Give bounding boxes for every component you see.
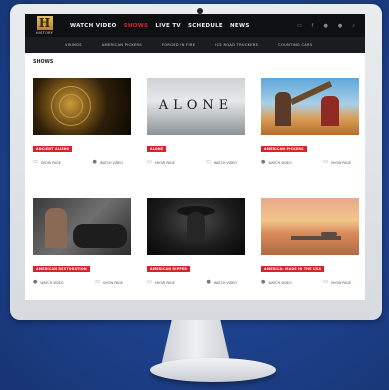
- subnav-ice-road-truckers[interactable]: ICE ROAD TRUCKERS: [215, 43, 258, 47]
- action-label: WATCH VIDEO: [213, 160, 237, 165]
- watch-video-link[interactable]: ● WATCH VIDEO: [261, 160, 292, 165]
- action-label: WATCH VIDEO: [40, 280, 64, 285]
- show-badge[interactable]: AMERICAN PICKERS: [261, 146, 307, 152]
- show-badge[interactable]: ALONE: [147, 146, 167, 152]
- action-label: WATCH VIDEO: [268, 280, 292, 285]
- action-label: SHOW PAGE: [154, 280, 175, 285]
- card-actions: ● WATCH VIDEO ▭ SHOW PAGE: [261, 160, 359, 165]
- show-page-link[interactable]: ▭ SHOW PAGE: [147, 280, 175, 285]
- play-icon: ●: [92, 159, 97, 165]
- show-card-american-pickers: AMERICAN PICKERS ● WATCH VIDEO ▭ SHOW PA…: [261, 78, 359, 165]
- action-label: SHOW PAGE: [40, 160, 61, 165]
- twitter-icon[interactable]: ●: [323, 23, 327, 29]
- main-nav: WATCH VIDEO SHOWS LIVE TV SCHEDULE NEWS: [70, 23, 250, 29]
- action-label: SHOW PAGE: [154, 160, 175, 165]
- monitor-icon: ▭: [323, 279, 328, 285]
- action-label: SHOW PAGE: [330, 160, 351, 165]
- show-card-ancient-aliens: ANCIENT ALIENS ▭ SHOW PAGE ● WATCH VIDEO: [33, 78, 131, 165]
- top-navigation-bar: H HISTORY WATCH VIDEO SHOWS LIVE TV SCHE…: [25, 14, 365, 37]
- show-thumbnail[interactable]: [261, 198, 359, 255]
- facebook-icon[interactable]: f: [312, 23, 314, 29]
- watch-video-link[interactable]: ▭ WATCH VIDEO: [206, 160, 237, 165]
- subnav-forged-in-fire[interactable]: FORGED IN FIRE: [162, 43, 195, 47]
- show-card-american-restoration: AMERICAN RESTORATION ● WATCH VIDEO ▭ SHO…: [33, 198, 131, 285]
- action-label: SHOW PAGE: [330, 280, 351, 285]
- header-utilities: ▭ f ● ● ⌕: [297, 23, 355, 29]
- thumbnail-title: ALONE: [158, 98, 234, 113]
- show-page-link[interactable]: ▭ SHOW PAGE: [95, 280, 123, 285]
- history-logo[interactable]: H HISTORY: [31, 14, 58, 37]
- sub-navigation-bar: VIKINGS AMERICAN PICKERS FORGED IN FIRE …: [25, 37, 365, 53]
- watch-video-link[interactable]: ● WATCH VIDEO: [33, 280, 64, 285]
- section-title: SHOWS: [33, 60, 54, 65]
- show-badge[interactable]: ANCIENT ALIENS: [33, 146, 73, 152]
- card-actions: ● WATCH VIDEO ▭ SHOW PAGE: [261, 280, 359, 285]
- monitor-stand-base: [150, 358, 276, 382]
- nav-shows[interactable]: SHOWS: [124, 23, 149, 29]
- action-label: WATCH VIDEO: [268, 160, 292, 165]
- subnav-counting-cars[interactable]: COUNTING CARS: [278, 43, 312, 47]
- watch-video-link[interactable]: ● WATCH VIDEO: [206, 280, 237, 285]
- show-thumbnail[interactable]: [147, 198, 245, 255]
- monitor-icon: ▭: [323, 159, 328, 165]
- nav-news[interactable]: NEWS: [230, 23, 250, 29]
- show-badge[interactable]: AMERICA: MADE IN THE USA: [261, 266, 325, 272]
- show-page-link[interactable]: ▭ SHOW PAGE: [147, 160, 175, 165]
- play-icon: ●: [206, 279, 211, 285]
- subnav-american-pickers[interactable]: AMERICAN PICKERS: [102, 43, 142, 47]
- card-actions: ▭ SHOW PAGE ● WATCH VIDEO: [147, 280, 245, 285]
- nav-schedule[interactable]: SCHEDULE: [188, 23, 223, 29]
- subnav-vikings[interactable]: VIKINGS: [65, 43, 82, 47]
- card-actions: ▭ SHOW PAGE ▭ WATCH VIDEO: [147, 160, 245, 165]
- watch-video-link[interactable]: ● WATCH VIDEO: [92, 160, 123, 165]
- show-badge[interactable]: AMERICAN RESTORATION: [33, 266, 90, 272]
- show-card-alone: ALONE ALONE ▭ SHOW PAGE ▭ WATCH VIDEO: [147, 78, 245, 165]
- show-badge[interactable]: AMERICAN RIPPER: [147, 266, 191, 272]
- play-icon: ●: [261, 159, 266, 165]
- watch-video-link[interactable]: ● WATCH VIDEO: [261, 280, 292, 285]
- play-icon: ●: [33, 279, 38, 285]
- monitor-icon: ▭: [147, 159, 152, 165]
- monitor-icon: ▭: [95, 279, 100, 285]
- logo-text: HISTORY: [35, 31, 54, 35]
- card-actions: ● WATCH VIDEO ▭ SHOW PAGE: [33, 280, 131, 285]
- show-thumbnail[interactable]: ALONE: [147, 78, 245, 135]
- search-icon[interactable]: ⌕: [352, 23, 355, 29]
- action-label: WATCH VIDEO: [99, 160, 123, 165]
- show-card-american-ripper: AMERICAN RIPPER ▭ SHOW PAGE ● WATCH VIDE…: [147, 198, 245, 285]
- show-thumbnail[interactable]: [33, 78, 131, 135]
- show-page-link[interactable]: ▭ SHOW PAGE: [33, 160, 61, 165]
- play-icon: ●: [261, 279, 266, 285]
- show-thumbnail[interactable]: [33, 198, 131, 255]
- show-card-america-made-in-usa: AMERICA: MADE IN THE USA ● WATCH VIDEO ▭…: [261, 198, 359, 285]
- monitor-screen: H HISTORY WATCH VIDEO SHOWS LIVE TV SCHE…: [25, 14, 365, 300]
- monitor-icon: ▭: [206, 159, 211, 165]
- show-page-link[interactable]: ▭ SHOW PAGE: [323, 160, 351, 165]
- show-thumbnail[interactable]: [261, 78, 359, 135]
- action-label: SHOW PAGE: [102, 280, 123, 285]
- action-label: WATCH VIDEO: [213, 280, 237, 285]
- google-plus-icon[interactable]: ●: [338, 23, 342, 29]
- card-actions: ▭ SHOW PAGE ● WATCH VIDEO: [33, 160, 131, 165]
- tv-provider-icon[interactable]: ▭: [297, 23, 302, 29]
- monitor-icon: ▭: [147, 279, 152, 285]
- nav-live-tv[interactable]: LIVE TV: [155, 23, 181, 29]
- monitor-icon: ▭: [33, 159, 38, 165]
- show-page-link[interactable]: ▭ SHOW PAGE: [323, 280, 351, 285]
- nav-watch-video[interactable]: WATCH VIDEO: [70, 23, 117, 29]
- logo-letter: H: [36, 16, 53, 30]
